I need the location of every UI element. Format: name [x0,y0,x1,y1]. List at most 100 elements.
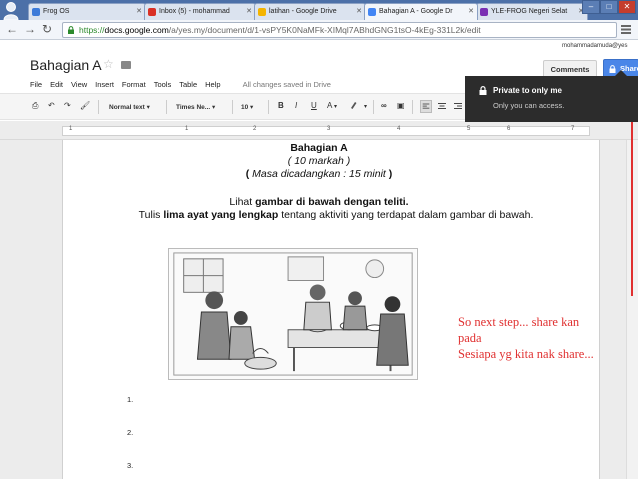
maximize-icon[interactable]: □ [600,0,618,14]
numbered-item-1[interactable]: 1. [127,395,133,404]
time-suffix: ) [385,168,393,180]
font-size-value: 10 [241,104,249,111]
star-icon[interactable]: ☆ [103,57,114,71]
highlighter-icon [351,102,357,109]
comment-button[interactable]: ▣ [397,101,405,110]
tooltip-title: Private to only me [493,86,562,95]
close-tab-icon[interactable]: ✕ [246,4,252,19]
align-center-icon[interactable] [436,100,448,113]
numbered-item-3[interactable]: 3. [127,461,133,470]
menu-table[interactable]: Table [179,80,197,89]
instruction-line-1[interactable]: Lihat gambar di bawah dengan teliti. [190,196,448,208]
family-illustration-image[interactable] [168,248,418,380]
tab-google-drive[interactable]: latihan - Google Drive ✕ [254,3,366,20]
url-path: /a/yes.my/document/d/1-vsPY5K0NaMFk-XIMq… [168,25,481,35]
undo-icon[interactable]: ↶ [48,101,55,110]
instruction-line-2[interactable]: Tulis lima ayat yang lengkap tentang akt… [126,209,546,221]
redo-icon[interactable]: ↷ [64,101,71,110]
menu-view[interactable]: View [71,80,87,89]
menu-edit[interactable]: Edit [50,80,63,89]
link-button[interactable]: ∞ [381,101,387,110]
underline-button[interactable]: U [311,101,317,110]
reload-icon[interactable]: ↻ [42,22,52,36]
tab-label: Inbox (5) - mohammad [159,8,230,15]
annotation-line-2: pada [458,331,482,345]
tooltip-subtitle: Only you can access. [493,101,565,110]
align-left-icon[interactable] [420,100,432,113]
tab-label: Bahagian A - Google Dr [379,8,453,15]
address-bar: ← → ↻ https://docs.google.com/a/yes.my/d… [0,20,638,40]
font-size-dropdown[interactable]: 10 ▾ [241,103,253,111]
tab-frog-os[interactable]: Frog OS ✕ [28,3,146,20]
save-status: All changes saved in Drive [242,80,331,89]
menu-bar: File Edit View Insert Format Tools Table… [30,80,331,89]
lock-icon [68,26,74,34]
window-controls: – □ ✕ [582,0,636,14]
ruler-number: 4 [397,126,401,132]
time-text: Masa dicadangkan : 15 minit [252,168,386,180]
toolbar-divider [268,100,269,114]
frog-favicon-icon [32,8,40,16]
annotation-line-1: So next step... share kan [458,315,580,329]
annotation-note: So next step... share kan pada Sesiapa y… [458,314,638,362]
ruler-area: 1 1 2 3 4 5 6 7 [0,121,638,140]
instruction-2-prefix: Tulis [138,209,164,221]
frog-favicon-icon [480,8,488,16]
ruler-number: 1 [185,126,189,132]
url-input[interactable]: https://docs.google.com/a/yes.my/documen… [62,22,617,38]
marks-line[interactable]: ( 10 markah ) [234,155,404,167]
numbered-item-2[interactable]: 2. [127,428,133,437]
ruler-number: 3 [327,126,331,132]
folder-icon[interactable] [121,61,131,69]
back-arrow-icon[interactable]: ← [6,22,18,36]
profile-icon[interactable] [2,1,20,20]
toolbar-divider [412,100,413,114]
paint-format-icon[interactable]: 🖌 [80,101,90,110]
ruler-number: 5 [467,126,471,132]
tab-inbox[interactable]: Inbox (5) - mohammad ✕ [144,3,256,20]
text-color-button[interactable]: A ▾ [327,101,337,110]
tab-label: Frog OS [43,8,70,15]
font-dropdown[interactable]: Times Ne... ▾ [176,103,215,111]
close-tab-icon[interactable]: ✕ [356,4,362,19]
toolbar-divider [232,100,233,114]
print-icon[interactable]: ⎙ [32,101,38,111]
ruler[interactable]: 1 1 2 3 4 5 6 7 [62,126,590,136]
document-title[interactable]: Bahagian A [30,57,102,73]
toolbar-divider [373,100,374,114]
close-window-icon[interactable]: ✕ [618,0,636,14]
time-line[interactable]: ( Masa dicadangkan : 15 minit ) [214,168,424,180]
menu-help[interactable]: Help [205,80,220,89]
toolbar-divider [98,100,99,114]
minimize-icon[interactable]: – [582,0,600,14]
close-tab-icon[interactable]: ✕ [468,4,474,19]
style-dropdown[interactable]: Normal text ▾ [109,103,150,111]
url-host: docs.google.com [104,25,169,35]
style-value: Normal text [109,104,145,111]
docs-favicon-icon [368,8,376,16]
tab-label: YLE-FROG Negeri Selat [491,8,568,15]
annotation-line-3: Sesiapa yg kita nak share... [458,347,594,361]
menu-tools[interactable]: Tools [154,80,172,89]
instruction-2-bold: lima ayat yang lengkap [163,209,279,221]
url-scheme: https:// [79,25,105,35]
forward-arrow-icon[interactable]: → [24,22,36,36]
tab-bahagian-a[interactable]: Bahagian A - Google Dr ✕ [364,3,478,20]
close-tab-icon[interactable]: ✕ [136,4,142,19]
italic-button[interactable]: I [295,101,297,110]
align-right-icon[interactable] [452,100,464,113]
gmail-favicon-icon [148,8,156,16]
chevron-down-icon[interactable]: ▾ [364,103,367,110]
bold-button[interactable]: B [278,101,284,110]
heading-text: Bahagian A [290,142,348,154]
menu-file[interactable]: File [30,80,42,89]
highlight-button[interactable] [349,101,357,112]
toolbar-divider [166,100,167,114]
tab-yle-frog[interactable]: YLE-FROG Negeri Selat ✕ [476,3,588,20]
menu-format[interactable]: Format [122,80,146,89]
wrench-icon[interactable] [620,23,632,36]
user-email[interactable]: mohammadamuda@yes [562,43,627,49]
document-heading[interactable]: Bahagian A [234,142,404,154]
ruler-number: 7 [571,126,575,132]
menu-insert[interactable]: Insert [95,80,114,89]
